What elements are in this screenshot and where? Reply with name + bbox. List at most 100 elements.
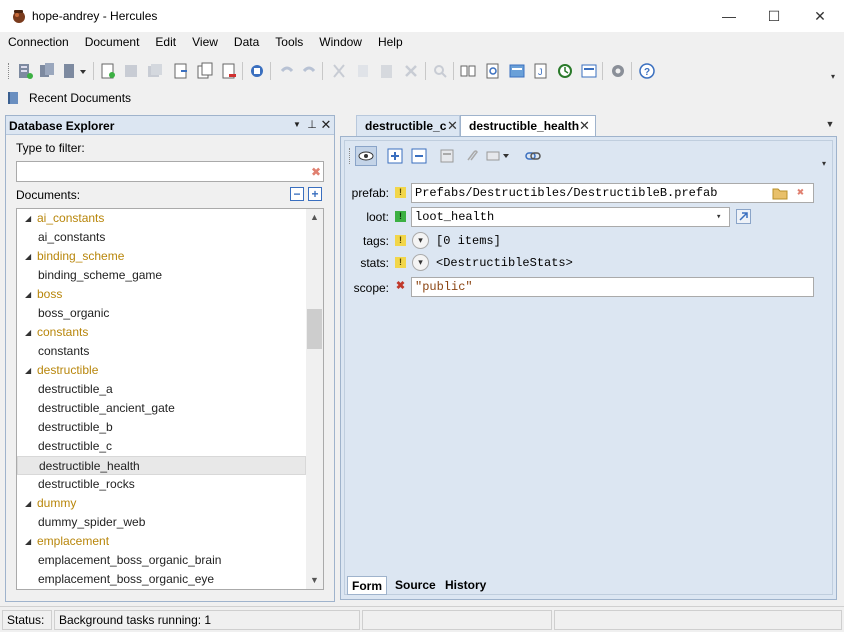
- new-document-icon[interactable]: [99, 62, 117, 80]
- tree-document-item[interactable]: destructible_ancient_gate: [17, 399, 306, 418]
- tree-document-item[interactable]: boss_organic: [17, 304, 306, 323]
- connect-database-icon[interactable]: [16, 62, 34, 80]
- tree-category[interactable]: ◢ emplacement: [17, 532, 306, 551]
- tab-form[interactable]: Form: [347, 576, 387, 595]
- toolbar-grip[interactable]: [8, 63, 11, 79]
- menu-data[interactable]: Data: [226, 32, 267, 54]
- menu-document[interactable]: Document: [77, 32, 148, 54]
- database-dropdown-icon[interactable]: [62, 62, 88, 80]
- tab-history[interactable]: History: [441, 576, 490, 595]
- tree-document-item[interactable]: emplacement_boss_organic_eye: [17, 570, 306, 589]
- tree-document-item[interactable]: ai_constants: [17, 228, 306, 247]
- close-window-button[interactable]: ✕: [797, 0, 843, 32]
- open-reference-icon[interactable]: [736, 209, 751, 224]
- history-icon[interactable]: [556, 62, 574, 80]
- tabs-menu-icon[interactable]: ▼: [823, 119, 837, 133]
- type-dropdown-icon[interactable]: [485, 148, 513, 164]
- collapse-arrow-icon[interactable]: ◢: [25, 209, 31, 228]
- tab-destructible-c[interactable]: destructible_c ✕: [356, 115, 460, 136]
- collapse-arrow-icon[interactable]: ◢: [25, 361, 31, 380]
- search-documents-icon[interactable]: [484, 62, 502, 80]
- tree-category[interactable]: ◢ boss: [17, 285, 306, 304]
- undo-icon[interactable]: [278, 62, 296, 80]
- redo-icon[interactable]: [300, 62, 318, 80]
- help-icon[interactable]: ?: [638, 62, 656, 80]
- tree-document-item[interactable]: binding_scheme_game: [17, 266, 306, 285]
- toolbar-overflow-icon[interactable]: ▾: [831, 72, 835, 81]
- script-icon[interactable]: J: [532, 62, 550, 80]
- collapse-arrow-icon[interactable]: ◢: [25, 323, 31, 342]
- delete-icon[interactable]: [402, 62, 420, 80]
- copy-icon[interactable]: [354, 62, 372, 80]
- add-field-icon[interactable]: [387, 148, 403, 164]
- copy-document-icon[interactable]: [196, 62, 214, 80]
- clear-field-icon[interactable]: ✖: [797, 184, 804, 202]
- tree-category[interactable]: ◢ destructible: [17, 361, 306, 380]
- prefab-field[interactable]: Prefabs/Destructibles/DestructibleB.pref…: [411, 183, 814, 203]
- schema-icon[interactable]: [508, 62, 526, 80]
- link-icon[interactable]: [525, 148, 541, 164]
- editor-toolbar-overflow-icon[interactable]: ▾: [822, 159, 826, 168]
- minimize-button[interactable]: —: [706, 0, 752, 32]
- tree-category[interactable]: ◢ dummy: [17, 494, 306, 513]
- tree-scrollbar[interactable]: ▲ ▼: [306, 209, 323, 589]
- tree-document-item[interactable]: destructible_c: [17, 437, 306, 456]
- toolbar-grip[interactable]: [349, 148, 351, 164]
- menu-view[interactable]: View: [184, 32, 226, 54]
- view-eye-icon[interactable]: [355, 146, 377, 166]
- collapse-all-button[interactable]: −: [290, 187, 304, 201]
- pin-icon[interactable]: ⊥: [305, 118, 319, 132]
- tab-destructible-health[interactable]: destructible_health ✕: [460, 115, 596, 136]
- close-tab-icon[interactable]: ✕: [579, 116, 590, 136]
- cut-icon[interactable]: [330, 62, 348, 80]
- delete-document-icon[interactable]: [220, 62, 238, 80]
- filter-input[interactable]: ✖: [16, 161, 324, 182]
- window-layout-icon[interactable]: [580, 62, 598, 80]
- tree-category[interactable]: ◢ constants: [17, 323, 306, 342]
- tree-document-item[interactable]: emplacement_boss_organic_brain: [17, 551, 306, 570]
- scroll-down-icon[interactable]: ▼: [306, 572, 323, 589]
- recent-documents-button[interactable]: Recent Documents: [29, 91, 131, 105]
- loot-select[interactable]: loot_health ▾: [411, 207, 730, 227]
- tree-document-item[interactable]: destructible_health: [17, 456, 306, 475]
- scroll-thumb[interactable]: [307, 309, 322, 349]
- collapse-arrow-icon[interactable]: ◢: [25, 285, 31, 304]
- tree-document-item[interactable]: destructible_rocks: [17, 475, 306, 494]
- maximize-button[interactable]: ☐: [751, 0, 797, 32]
- open-document-icon[interactable]: [172, 62, 190, 80]
- tree-category[interactable]: ◢ binding_scheme: [17, 247, 306, 266]
- tab-source[interactable]: Source: [391, 576, 440, 595]
- import-icon[interactable]: [248, 62, 266, 80]
- menu-edit[interactable]: Edit: [147, 32, 184, 54]
- settings-gear-icon[interactable]: [609, 62, 627, 80]
- attachment-icon[interactable]: [463, 148, 479, 164]
- expand-stats-icon[interactable]: ▾: [412, 254, 429, 271]
- collapse-arrow-icon[interactable]: ◢: [25, 247, 31, 266]
- expand-tags-icon[interactable]: ▾: [412, 232, 429, 249]
- clear-filter-icon[interactable]: ✖: [309, 165, 323, 179]
- tree-document-item[interactable]: destructible_b: [17, 418, 306, 437]
- paste-icon[interactable]: [378, 62, 396, 80]
- close-tab-icon[interactable]: ✕: [447, 116, 458, 136]
- menu-window[interactable]: Window: [311, 32, 370, 54]
- tree-document-item[interactable]: dummy_spider_web: [17, 513, 306, 532]
- tree-document-item[interactable]: constants: [17, 342, 306, 361]
- browse-folder-icon[interactable]: [772, 185, 788, 201]
- panel-menu-icon[interactable]: ▼: [290, 118, 304, 132]
- remove-field-icon[interactable]: [411, 148, 427, 164]
- expand-all-button[interactable]: +: [308, 187, 322, 201]
- chevron-down-icon[interactable]: ▾: [716, 208, 721, 226]
- close-panel-icon[interactable]: ✕: [319, 118, 333, 132]
- menu-connection[interactable]: Connection: [0, 32, 77, 54]
- menu-tools[interactable]: Tools: [267, 32, 311, 54]
- tree-document-item[interactable]: destructible_a: [17, 380, 306, 399]
- scope-field[interactable]: "public": [411, 277, 814, 297]
- tree-category[interactable]: ◢ ai_constants: [17, 209, 306, 228]
- compare-icon[interactable]: [459, 62, 477, 80]
- menu-help[interactable]: Help: [370, 32, 411, 54]
- find-icon[interactable]: [431, 62, 449, 80]
- collapse-arrow-icon[interactable]: ◢: [25, 494, 31, 513]
- scroll-up-icon[interactable]: ▲: [306, 209, 323, 226]
- replicate-database-icon[interactable]: [38, 62, 56, 80]
- template-icon[interactable]: [439, 148, 455, 164]
